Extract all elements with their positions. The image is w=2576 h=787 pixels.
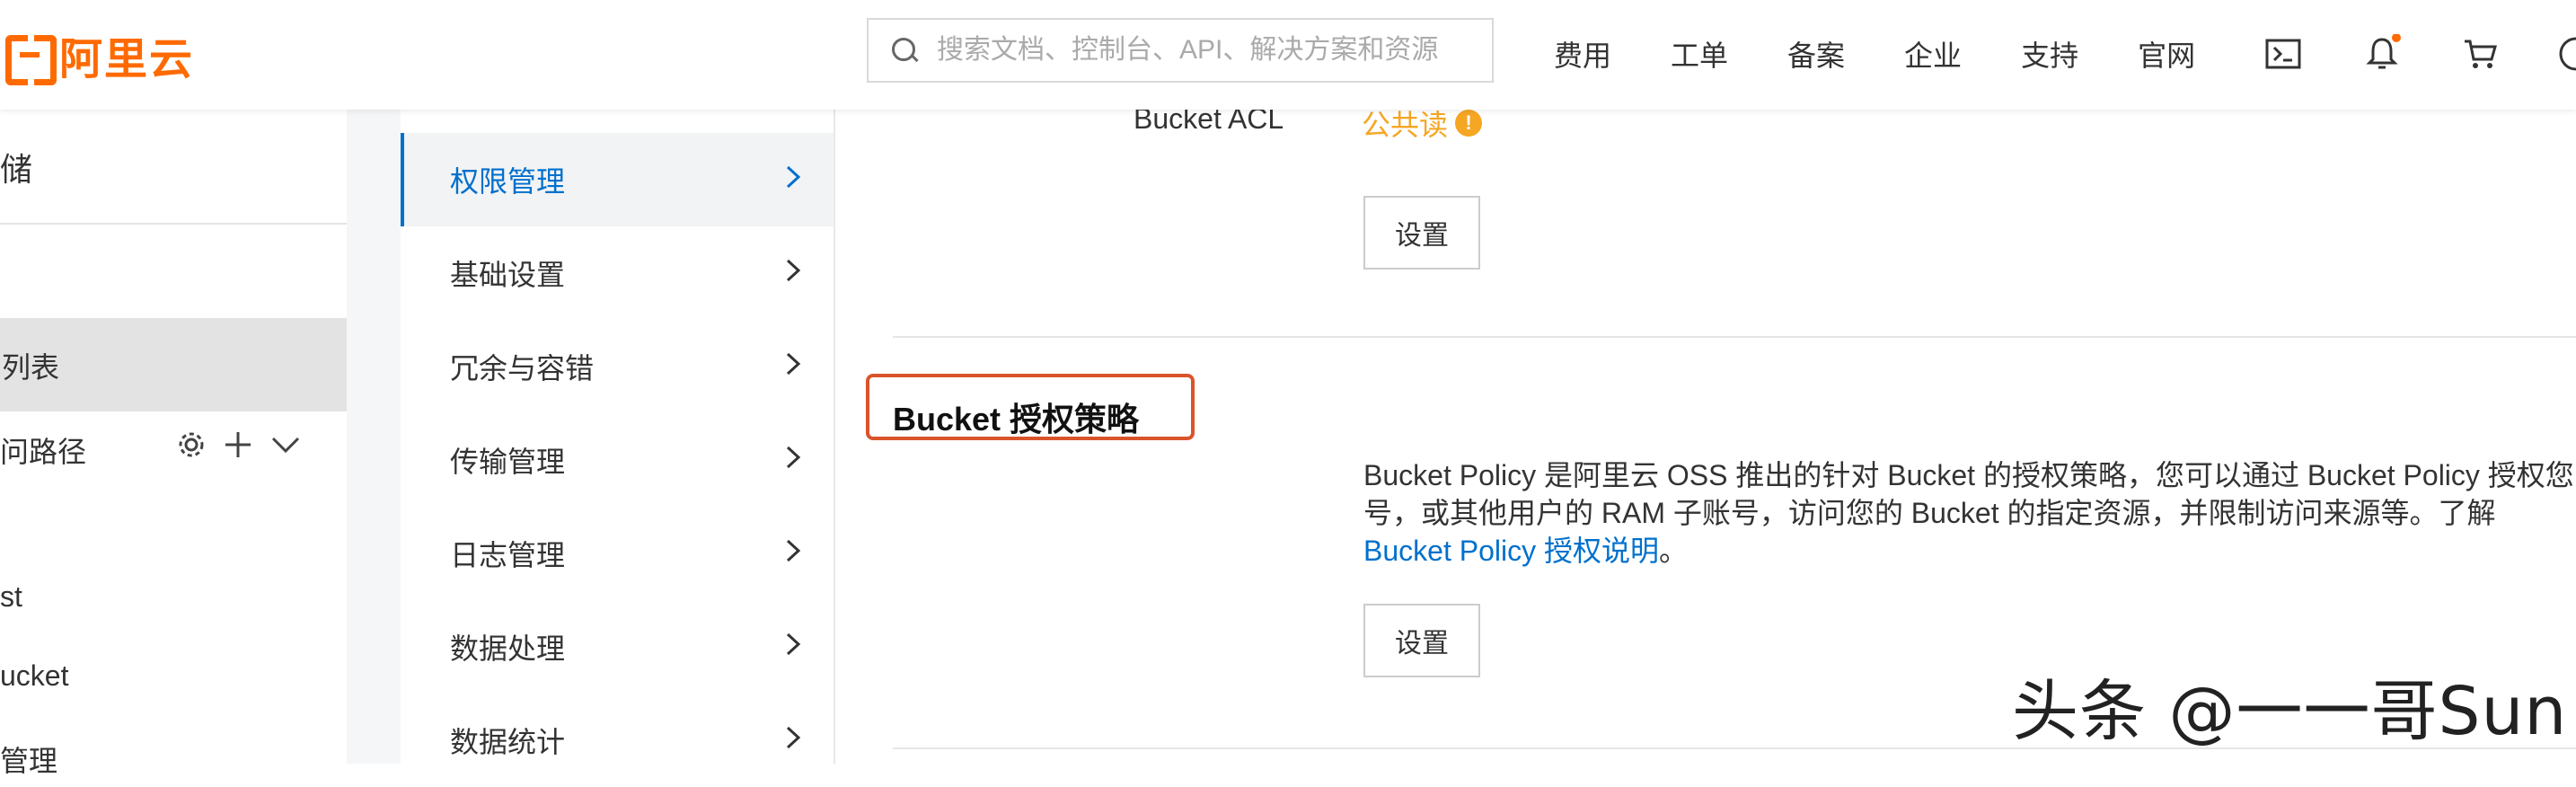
chevron-right-icon: [786, 446, 801, 469]
sidebar-item-access-path[interactable]: 问路径: [0, 429, 86, 471]
sidebar-gutter: [347, 110, 401, 764]
gear-icon[interactable]: [176, 429, 207, 460]
sidebar-item-bucket[interactable]: ucket: [0, 659, 68, 693]
terminal-icon[interactable]: [2263, 34, 2303, 74]
nav-icp[interactable]: 备案: [1787, 33, 1845, 75]
menu-item-label: 冗余与容错: [450, 352, 595, 385]
search-icon: [892, 38, 917, 63]
chevron-right-icon: [786, 726, 801, 749]
menu-item-label: 日志管理: [450, 539, 566, 571]
chevron-right-icon: [786, 539, 801, 562]
divider: [893, 336, 2576, 338]
sidebar-actions: [176, 429, 302, 460]
nav-tickets[interactable]: 工单: [1671, 33, 1728, 75]
cart-icon[interactable]: [2461, 34, 2501, 74]
menu-item-label: 传输管理: [450, 446, 566, 478]
acl-value: 公共读 !: [1362, 110, 1483, 144]
nav-fees[interactable]: 费用: [1554, 33, 1611, 75]
policy-doc-link[interactable]: Bucket Policy 授权说明: [1363, 535, 1659, 567]
acl-value-text: 公共读: [1362, 110, 1449, 141]
chevron-right-icon: [786, 632, 801, 656]
nav-support[interactable]: 支持: [2021, 33, 2078, 75]
sidebar-item-manage[interactable]: 管理: [0, 738, 57, 780]
sidebar-item-label: 列表: [2, 351, 60, 384]
policy-desc-line1: Bucket Policy 是阿里云 OSS 推出的针对 Bucket 的授权策…: [1363, 459, 2574, 491]
policy-section-title: Bucket 授权策略: [893, 401, 1140, 438]
aliyun-logo[interactable]: 阿里云: [0, 27, 194, 85]
policy-settings-button[interactable]: 设置: [1363, 604, 1480, 677]
chevron-right-icon: [786, 352, 801, 376]
plus-icon[interactable]: [223, 429, 253, 460]
policy-desc-line2: 号，或其他用户的 RAM 子账号，访问您的 Bucket 的指定资源，并限制访问…: [1363, 497, 2496, 529]
menu-item-transfer[interactable]: 传输管理: [401, 413, 834, 507]
main-content: Bucket ACL 公共读 ! 设置 Bucket 授权策略 Bucket P…: [835, 110, 2576, 764]
logo-text: 阿里云: [59, 36, 195, 84]
warning-icon[interactable]: !: [1455, 110, 1483, 137]
sidebar-item-list[interactable]: st: [0, 580, 22, 614]
top-header: 阿里云 费用 工单 备案 企业 支持 官网: [0, 0, 2576, 110]
menu-item-label: 基础设置: [450, 259, 566, 291]
divider: [0, 223, 347, 225]
sidebar-title: 储: [0, 151, 33, 188]
aliyun-logo-icon: [0, 33, 57, 85]
bell-icon[interactable]: [2362, 34, 2402, 74]
menu-item-label: 数据处理: [450, 632, 566, 665]
top-nav: 费用 工单 备案 企业 支持 官网: [1554, 31, 2254, 77]
notification-dot: [2392, 34, 2401, 42]
active-indicator: [401, 133, 404, 226]
menu-item-redundancy[interactable]: 冗余与容错: [401, 320, 834, 413]
menu-item-data-processing[interactable]: 数据处理: [401, 600, 834, 694]
watermark: 头条 @一一哥Sun: [2012, 673, 2568, 750]
search-input[interactable]: [935, 34, 1478, 66]
chevron-right-icon: [786, 165, 801, 189]
menu-item-logging[interactable]: 日志管理: [401, 507, 834, 600]
period: 。: [1658, 535, 1688, 567]
menu-item-permissions[interactable]: 权限管理: [401, 133, 834, 226]
search-box[interactable]: [867, 18, 1494, 83]
policy-description: Bucket Policy 是阿里云 OSS 推出的针对 Bucket 的授权策…: [1363, 456, 2576, 570]
chevron-down-icon[interactable]: [269, 429, 302, 460]
chevron-right-icon: [786, 259, 801, 282]
bucket-settings-menu: 权限管理 基础设置 冗余与容错 传输管理 日志管理 数据处理 数据统计: [401, 110, 835, 764]
acl-label: Bucket ACL: [1134, 110, 1284, 135]
menu-item-basic-settings[interactable]: 基础设置: [401, 226, 834, 320]
policy-desc-line3: Bucket Policy 授权说明。: [1363, 532, 2576, 570]
left-sidebar: 储 列表 问路径 st ucket 管理: [0, 110, 347, 777]
menu-item-label: 权限管理: [450, 165, 566, 198]
nav-enterprise[interactable]: 企业: [1904, 33, 1962, 75]
menu-item-label: 数据统计: [450, 726, 566, 758]
menu-item-statistics[interactable]: 数据统计: [401, 694, 834, 787]
acl-settings-button[interactable]: 设置: [1363, 196, 1480, 270]
help-icon[interactable]: [2556, 34, 2576, 74]
nav-official-site[interactable]: 官网: [2138, 33, 2195, 75]
